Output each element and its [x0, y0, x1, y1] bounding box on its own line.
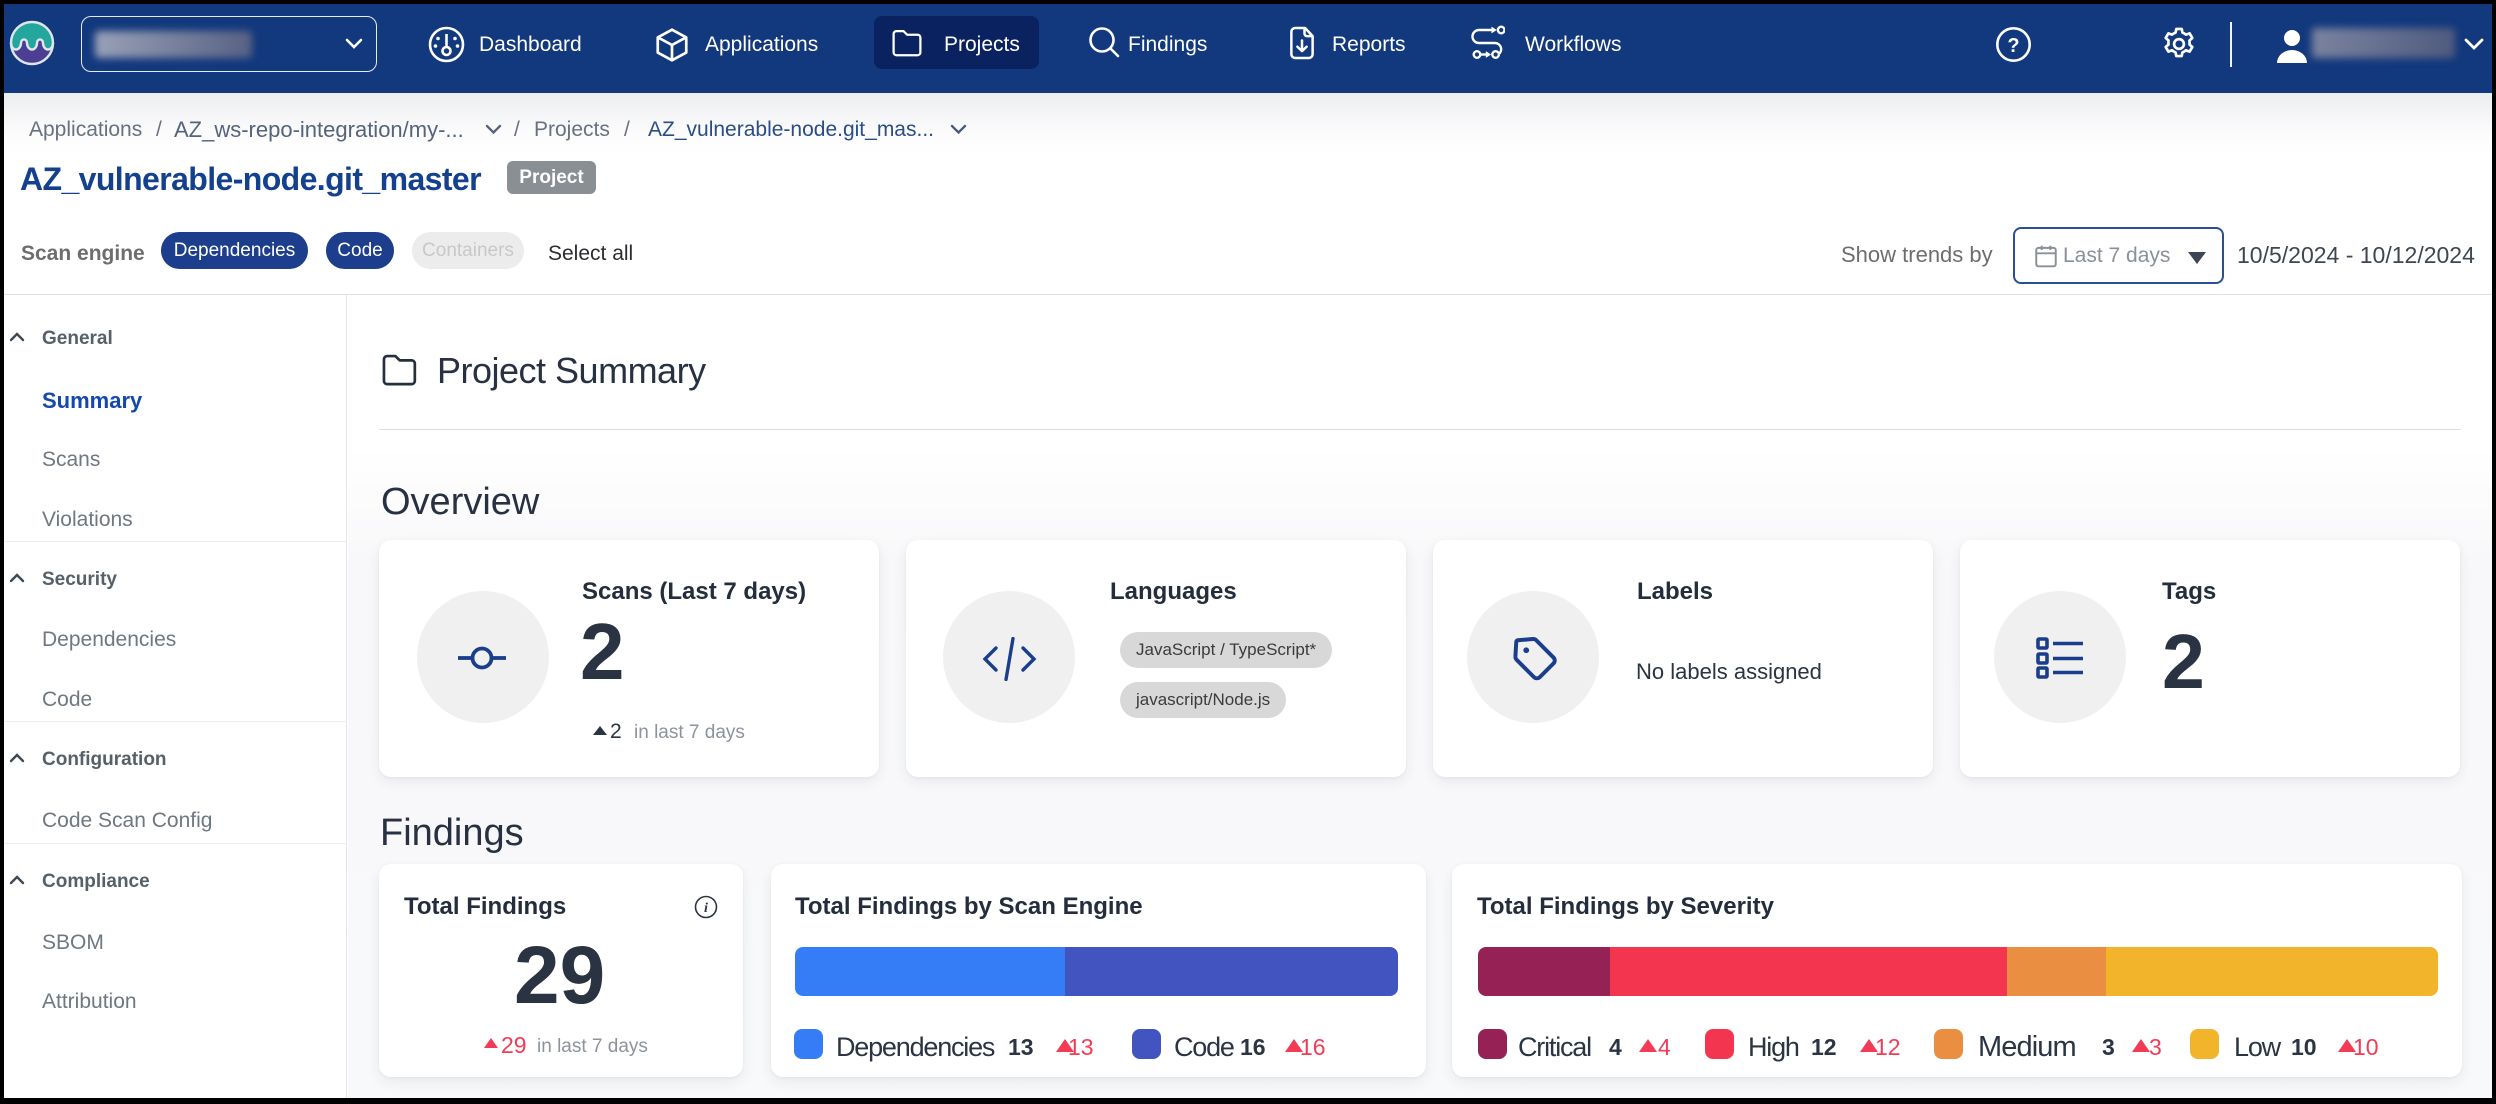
svg-text:i: i — [704, 901, 708, 916]
svg-text:?: ? — [2007, 35, 2019, 57]
